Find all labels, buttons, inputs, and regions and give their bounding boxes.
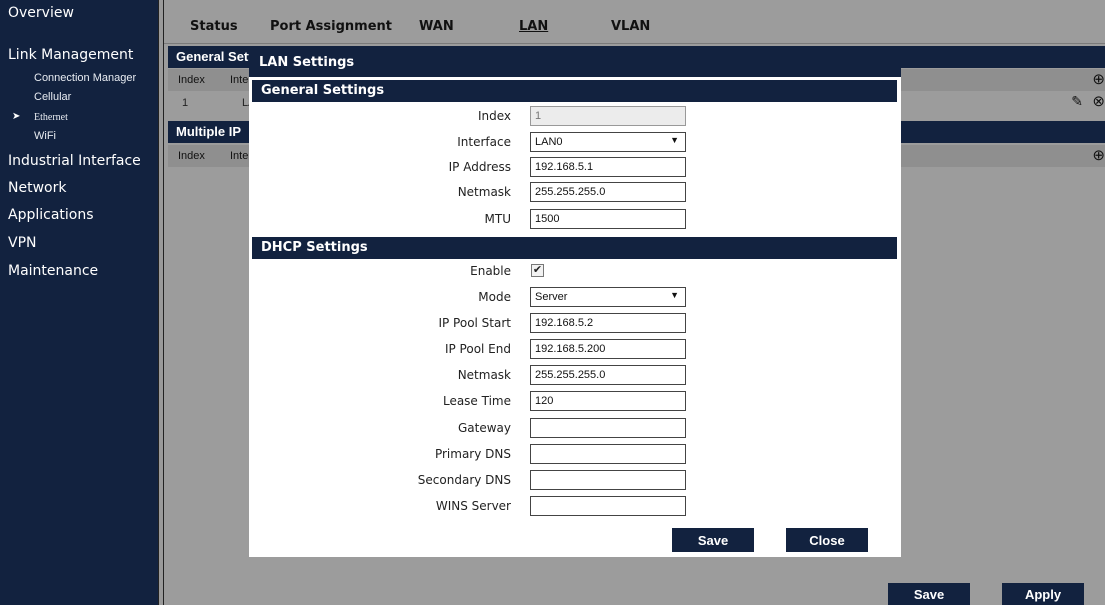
tab-wan[interactable]: WAN [419, 19, 454, 34]
netmask-label: Netmask [457, 185, 511, 199]
lease-time-label: Lease Time [442, 394, 511, 408]
primary-dns-label: Primary DNS [434, 447, 511, 461]
dhcp-netmask-label: Netmask [457, 368, 511, 382]
general-settings-section: General Settings [252, 80, 897, 102]
column-index: Index [178, 74, 205, 86]
plus-circle-icon[interactable]: ⊕ [1092, 146, 1105, 164]
apply-button[interactable]: Apply [1002, 583, 1084, 605]
mode-select-value: Server [535, 291, 568, 303]
sidebar-subitem-connection-manager[interactable]: Connection Manager [34, 72, 136, 84]
arrow-right-icon: ➤ [12, 111, 21, 122]
primary-dns-field[interactable] [530, 444, 686, 464]
sidebar-subitem-ethernet[interactable]: Ethernet [34, 112, 68, 123]
gateway-label: Gateway [457, 421, 511, 435]
enable-checkbox[interactable]: ✔ [531, 264, 544, 277]
netmask-field[interactable] [530, 182, 686, 202]
edit-icon[interactable]: ✎ [1071, 93, 1083, 110]
secondary-dns-field[interactable] [530, 470, 686, 490]
tab-status[interactable]: Status [190, 19, 238, 34]
index-field [530, 106, 686, 126]
interface-select[interactable]: LAN0 ▼ [530, 132, 686, 152]
ip-pool-end-field[interactable] [530, 339, 686, 359]
tab-bar: Status Port Assignment WAN LAN VLAN [164, 14, 1105, 44]
delete-icon[interactable]: ⊗ [1092, 92, 1105, 110]
sidebar-item-network[interactable]: Network [8, 180, 66, 196]
ip-pool-end-label: IP Pool End [444, 342, 511, 356]
gateway-field[interactable] [530, 418, 686, 438]
column-index: Index [178, 150, 205, 162]
interface-select-value: LAN0 [535, 136, 563, 148]
sidebar-item-overview[interactable]: Overview [8, 5, 74, 21]
sidebar-item-applications[interactable]: Applications [8, 207, 94, 223]
sidebar-item-maintenance[interactable]: Maintenance [8, 263, 98, 279]
dialog-close-button[interactable]: Close [786, 528, 868, 552]
wins-server-label: WINS Server [435, 499, 511, 513]
lease-time-field[interactable] [530, 391, 686, 411]
ip-pool-start-label: IP Pool Start [438, 316, 511, 330]
wins-server-field[interactable] [530, 496, 686, 516]
sidebar-item-link-management[interactable]: Link Management [8, 47, 133, 63]
ip-address-label: IP Address [448, 160, 511, 174]
sidebar-item-industrial-interface[interactable]: Industrial Interface [8, 153, 141, 169]
interface-label: Interface [457, 135, 511, 149]
dhcp-netmask-field[interactable] [530, 365, 686, 385]
mtu-label: MTU [484, 212, 511, 226]
sidebar-item-vpn[interactable]: VPN [8, 235, 37, 251]
dropdown-caret-icon: ▼ [670, 135, 679, 145]
dialog-title: LAN Settings [249, 47, 901, 77]
dropdown-caret-icon: ▼ [670, 290, 679, 300]
tab-lan[interactable]: LAN [519, 19, 548, 34]
lan-settings-dialog: LAN Settings General Settings Index Inte… [249, 47, 901, 557]
mode-select[interactable]: Server ▼ [530, 287, 686, 307]
dialog-save-button[interactable]: Save [672, 528, 754, 552]
secondary-dns-label: Secondary DNS [417, 473, 511, 487]
tab-vlan[interactable]: VLAN [611, 19, 650, 34]
checkmark-icon: ✔ [532, 264, 543, 276]
save-button[interactable]: Save [888, 583, 970, 605]
sidebar-subitem-wifi[interactable]: WiFi [34, 130, 56, 142]
ip-pool-start-field[interactable] [530, 313, 686, 333]
tab-port-assignment[interactable]: Port Assignment [270, 19, 392, 34]
row-index: 1 [182, 97, 189, 109]
index-label: Index [477, 109, 511, 123]
sidebar: Overview Link Management Connection Mana… [0, 0, 158, 605]
sidebar-subitem-cellular[interactable]: Cellular [34, 91, 71, 103]
plus-circle-icon[interactable]: ⊕ [1092, 70, 1105, 88]
dhcp-settings-section: DHCP Settings [252, 237, 897, 259]
enable-label: Enable [470, 264, 511, 278]
mode-label: Mode [478, 290, 511, 304]
ip-address-field[interactable] [530, 157, 686, 177]
mtu-field[interactable] [530, 209, 686, 229]
